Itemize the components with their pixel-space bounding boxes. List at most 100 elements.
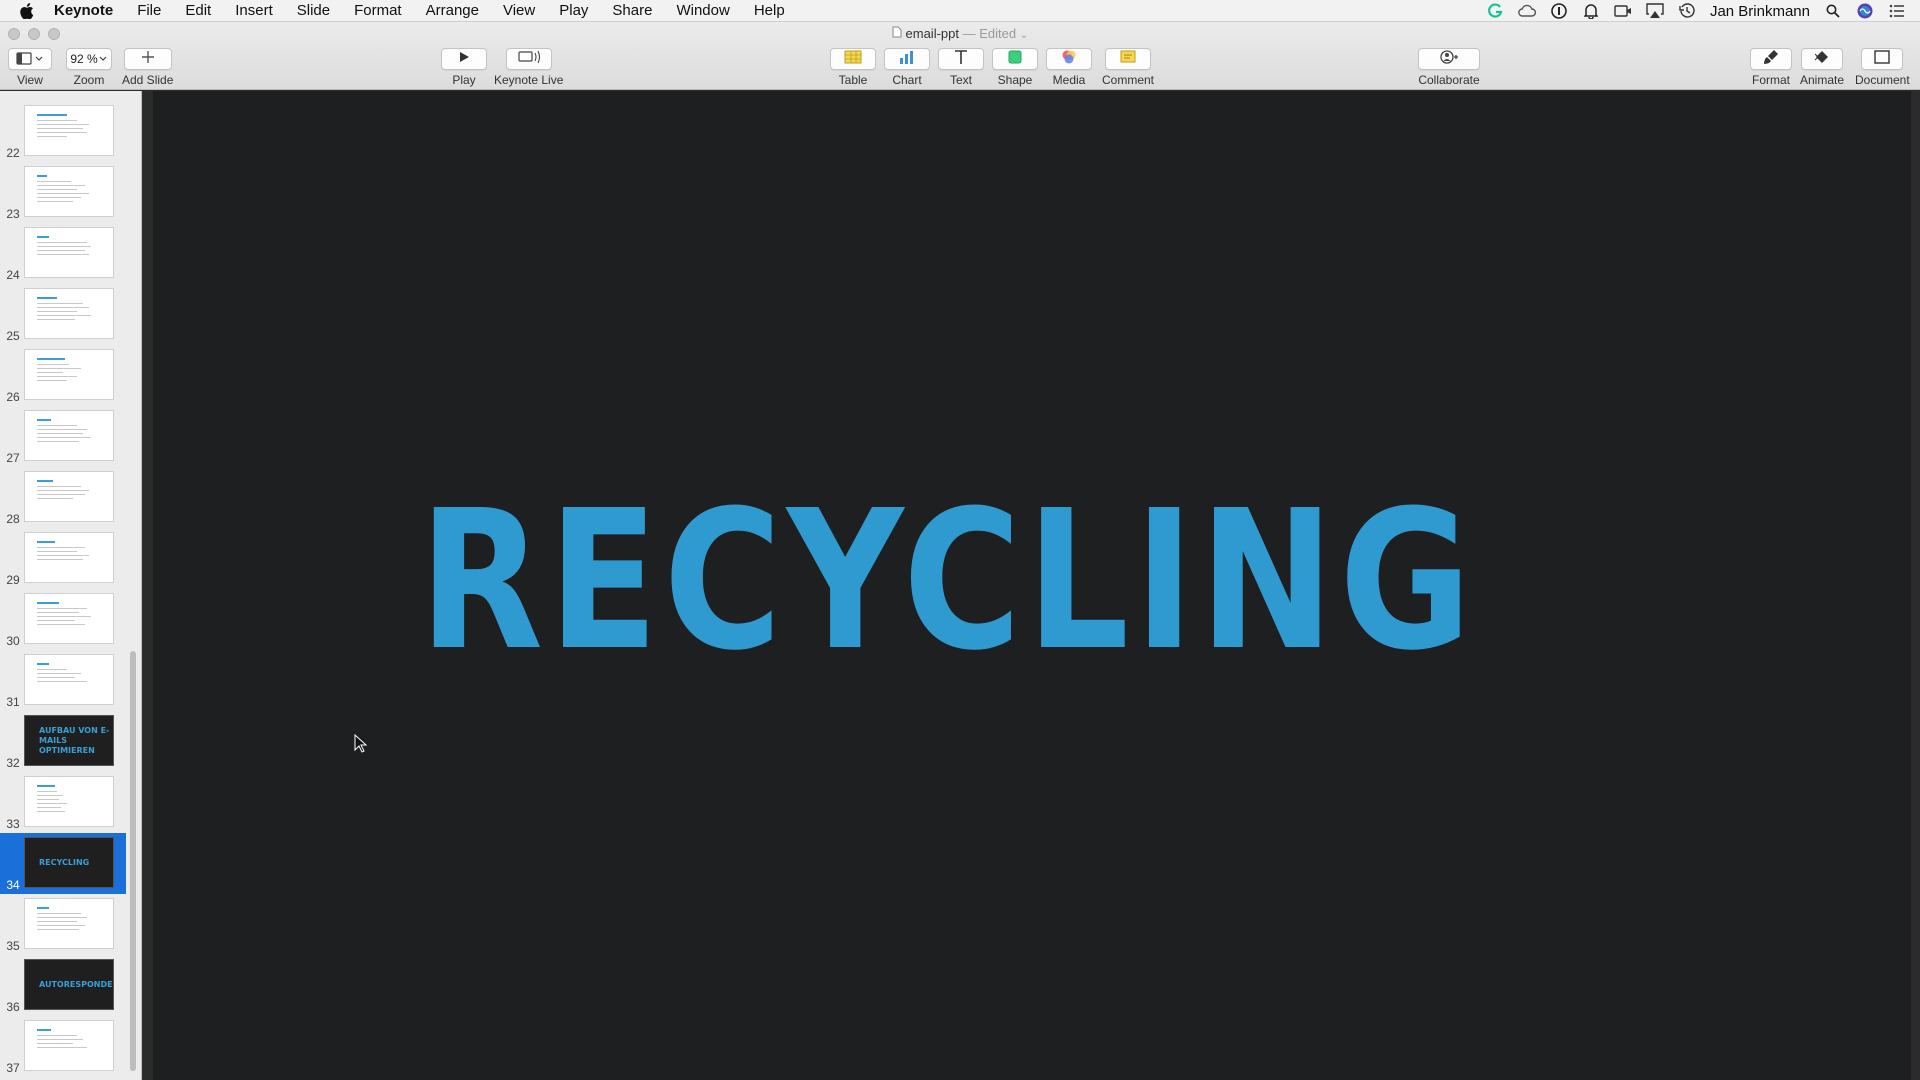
slide-preview: RECYCLING [24, 837, 114, 888]
slide-number: 30 [6, 634, 20, 648]
user-name[interactable]: Jan Brinkmann [1710, 3, 1810, 20]
menu-format[interactable]: Format [342, 0, 414, 22]
mouse-cursor-icon [354, 733, 368, 754]
zoom-label: Zoom [73, 73, 105, 87]
slide-navigator[interactable]: 22 23 24 25 26 27 28 29 30 31 AUFBAU VON… [0, 91, 142, 1080]
current-slide[interactable]: RECYCLING [153, 91, 1911, 1080]
document-name[interactable]: email-ppt [906, 26, 959, 41]
window-controls [8, 28, 60, 40]
slide-preview [24, 1020, 114, 1071]
view-button[interactable] [8, 48, 52, 70]
play-control: Play [441, 48, 487, 87]
menu-slide[interactable]: Slide [285, 0, 342, 22]
menu-play[interactable]: Play [547, 0, 600, 22]
document-title: email-ppt — Edited ⌄ [0, 26, 1920, 41]
slide-number: 28 [6, 512, 20, 526]
time-machine-icon[interactable] [1678, 2, 1696, 20]
menu-insert[interactable]: Insert [223, 0, 285, 22]
slide-thumbnail-35[interactable]: 35 [0, 894, 126, 955]
slide-thumbnail-31[interactable]: 31 [0, 650, 126, 711]
slide-thumbnail-25[interactable]: 25 [0, 284, 126, 345]
menu-file[interactable]: File [125, 0, 173, 22]
keynote-live-icon [517, 50, 541, 69]
format-label: Format [1751, 73, 1790, 87]
comment-button[interactable] [1105, 48, 1151, 70]
slide-canvas[interactable]: RECYCLING [143, 91, 1920, 1080]
menu-view[interactable]: View [491, 0, 547, 22]
zoom-select[interactable]: 92 % [66, 48, 112, 70]
chart-label: Chart [892, 73, 922, 87]
slide-thumbnail-30[interactable]: 30 [0, 589, 126, 650]
slide-thumbnail-23[interactable]: 23 [0, 162, 126, 223]
close-window-button[interactable] [8, 28, 20, 40]
edited-status[interactable]: Edited [979, 26, 1016, 41]
sidebar-scrollbar[interactable] [130, 651, 136, 1071]
slide-preview [24, 471, 114, 522]
zoom-window-button[interactable] [48, 28, 60, 40]
notification-bell-icon[interactable] [1582, 2, 1600, 20]
play-label: Play [452, 73, 476, 87]
toolbar: email-ppt — Edited ⌄ View 92 % Zoom Add … [0, 22, 1920, 90]
slide-number: 34 [6, 878, 20, 892]
add-slide-button[interactable] [123, 48, 172, 70]
slide-thumbnail-24[interactable]: 24 [0, 223, 126, 284]
slide-number: 23 [6, 207, 20, 221]
add-slide-label: Add Slide [122, 73, 174, 87]
table-control: Table [830, 48, 876, 87]
spotlight-search-icon[interactable] [1824, 2, 1842, 20]
menu-help[interactable]: Help [742, 0, 797, 22]
grammarly-icon[interactable] [1486, 2, 1504, 20]
collaborate-control: Collaborate [1418, 48, 1480, 87]
slide-thumbnail-32[interactable]: AUFBAU VON E-MAILS OPTIMIEREN 32 [0, 711, 126, 772]
menu-share[interactable]: Share [600, 0, 664, 22]
document-button[interactable] [1861, 48, 1904, 70]
cloud-icon[interactable] [1518, 2, 1536, 20]
menu-edit[interactable]: Edit [173, 0, 223, 22]
slide-preview [24, 105, 114, 156]
keynote-live-control: Keynote Live [494, 48, 563, 87]
shape-button[interactable] [992, 48, 1038, 70]
siri-icon[interactable] [1856, 2, 1874, 20]
shape-label: Shape [997, 73, 1033, 87]
text-button[interactable] [938, 48, 984, 70]
slide-thumbnail-34-selected[interactable]: RECYCLING 34 [0, 833, 126, 894]
chart-button[interactable] [884, 48, 930, 70]
table-label: Table [838, 73, 868, 87]
format-button[interactable] [1750, 48, 1792, 70]
screen-record-icon[interactable] [1614, 2, 1632, 20]
slide-thumbnail-22[interactable]: 22 [0, 101, 126, 162]
slide-number: 29 [6, 573, 20, 587]
slide-title-text[interactable]: RECYCLING [419, 486, 1477, 678]
menu-arrange[interactable]: Arrange [414, 0, 491, 22]
add-slide-control: Add Slide [122, 48, 173, 87]
apple-menu-icon[interactable] [16, 0, 38, 22]
slide-thumbnail-27[interactable]: 27 [0, 406, 126, 467]
menu-app-keynote[interactable]: Keynote [48, 0, 125, 22]
chevron-down-icon[interactable]: ⌄ [1020, 30, 1028, 41]
slide-preview [24, 593, 114, 644]
airplay-icon[interactable] [1646, 2, 1664, 20]
zoom-control: 92 % Zoom [66, 48, 112, 87]
slide-thumbnail-28[interactable]: 28 [0, 467, 126, 528]
menu-window[interactable]: Window [664, 0, 741, 22]
onepassword-icon[interactable] [1550, 2, 1568, 20]
chart-control: Chart [884, 48, 930, 87]
comment-label: Comment [1102, 73, 1155, 87]
slide-thumbnail-29[interactable]: 29 [0, 528, 126, 589]
slide-thumbnail-36[interactable]: AUTORESPONDER 36 [0, 955, 126, 1016]
slide-thumbnail-33[interactable]: 33 [0, 772, 126, 833]
notification-center-icon[interactable] [1888, 2, 1906, 20]
slide-preview [24, 654, 114, 705]
slide-thumbnail-37[interactable]: 37 [0, 1016, 126, 1077]
animate-button[interactable] [1801, 48, 1844, 70]
table-button[interactable] [830, 48, 876, 70]
slide-preview [24, 532, 114, 583]
minimize-window-button[interactable] [28, 28, 40, 40]
keynote-live-button[interactable] [505, 48, 552, 70]
play-button[interactable] [441, 48, 487, 70]
view-label: View [17, 73, 43, 87]
slide-thumbnail-26[interactable]: 26 [0, 345, 126, 406]
text-label: Text [949, 73, 972, 87]
collaborate-button[interactable] [1418, 48, 1480, 70]
media-button[interactable] [1046, 48, 1092, 70]
